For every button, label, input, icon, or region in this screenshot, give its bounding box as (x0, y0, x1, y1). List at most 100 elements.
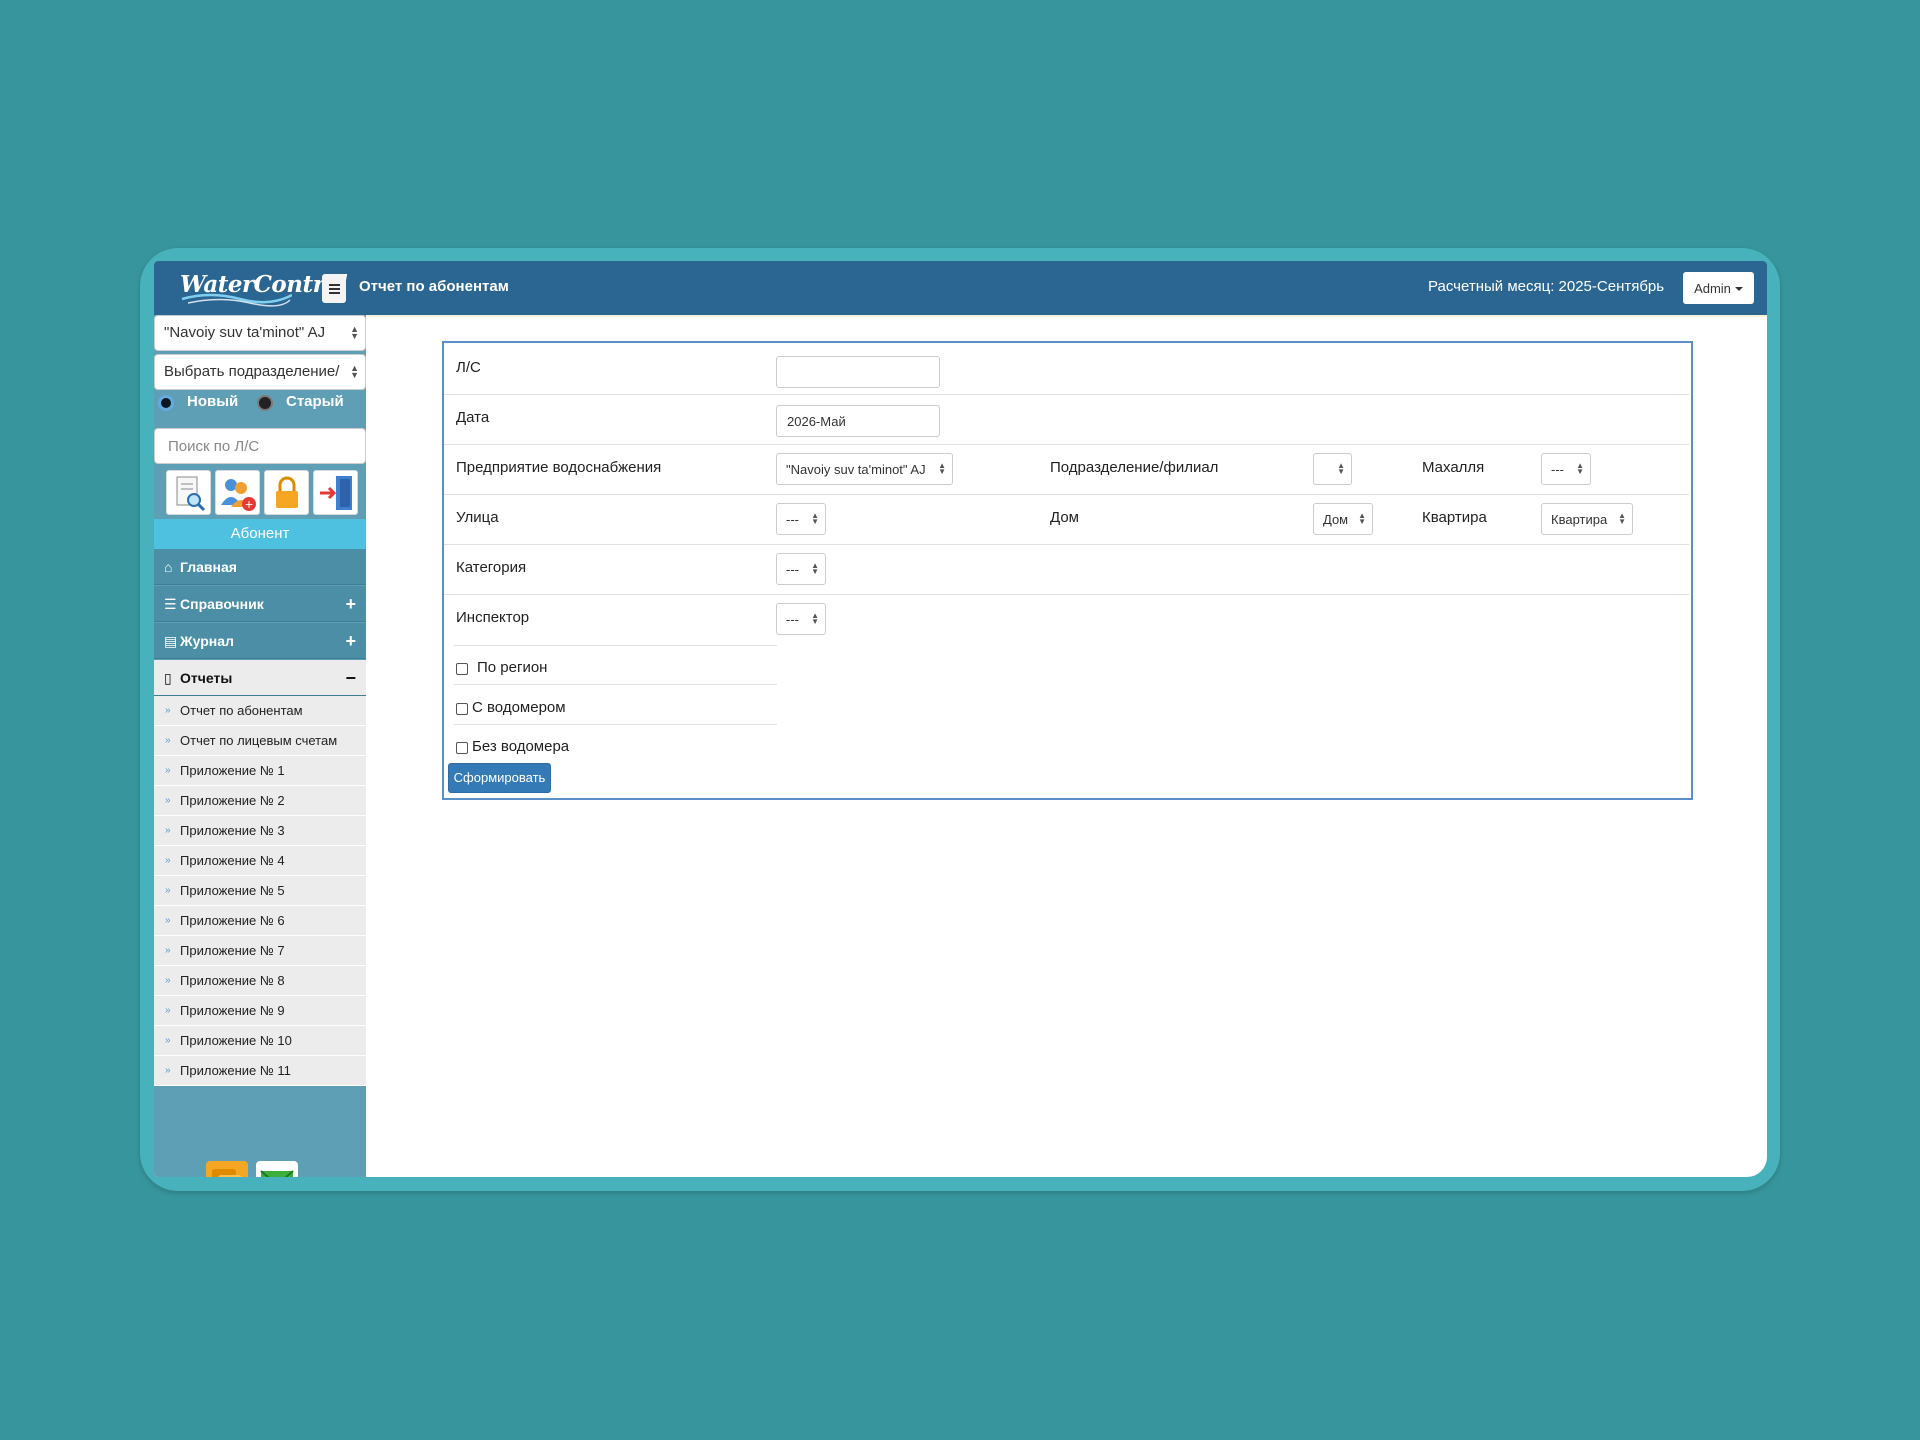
ls-input[interactable] (776, 356, 940, 388)
report-item[interactable]: » Приложение № 5 (154, 876, 366, 906)
mail-icon[interactable] (256, 1161, 298, 1177)
user-menu-label: Admin (1694, 280, 1731, 296)
enterprise-label: Предприятие водоснабжения (456, 459, 662, 476)
file-icon: ▯ (164, 670, 172, 686)
collapse-minus-icon[interactable]: − (345, 660, 356, 696)
inspector-select-value: --- (786, 612, 799, 627)
user-menu-button[interactable]: Admin (1683, 272, 1754, 304)
caret-down-icon (1734, 287, 1743, 291)
bullet-icon: » (165, 825, 171, 836)
table-icon: ▤ (164, 633, 178, 649)
bullet-icon: » (165, 735, 171, 746)
radio-new[interactable] (158, 395, 174, 411)
form-row-enterprise: Предприятие водоснабжения "Navoiy suv ta… (444, 445, 1689, 495)
home-icon: ⌂ (164, 559, 173, 575)
nav-item-label: Отчеты (180, 670, 233, 686)
report-item[interactable]: » Приложение № 9 (154, 996, 366, 1026)
apartment-select[interactable]: Квартира ▲ ▼ (1541, 503, 1633, 535)
abonent-button[interactable]: Абонент (154, 519, 366, 549)
nav-item-home[interactable]: ⌂ Главная (154, 549, 366, 585)
bullet-icon: » (165, 1035, 171, 1046)
report-item[interactable]: » Приложение № 4 (154, 846, 366, 876)
exit-door-icon[interactable] (313, 470, 358, 515)
nav-item-label: Главная (180, 559, 237, 575)
division-select[interactable]: Выбрать подразделение/ ▲ ▼ (154, 354, 366, 390)
sidebar: "Navoiy suv ta'minot" AJ ▲ ▼ Выбрать подр… (154, 315, 366, 1177)
category-select[interactable]: --- ▲ ▼ (776, 553, 826, 585)
select-arrows-icon: ▲ ▼ (811, 561, 819, 576)
report-item-label: Приложение № 8 (180, 973, 285, 988)
sidebar-toggle-button[interactable] (322, 274, 346, 303)
expand-plus-icon[interactable]: + (345, 586, 356, 622)
without-meter-label: Без водомера (472, 738, 570, 755)
report-item-label: Приложение № 1 (180, 763, 285, 778)
nav-item-label: Журнал (180, 633, 234, 649)
division-label: Подразделение/филиал (1050, 459, 1219, 476)
expand-plus-icon[interactable]: + (345, 623, 356, 659)
division-select[interactable]: ▲ ▼ (1313, 453, 1352, 485)
select-arrows-icon: ▲ ▼ (1618, 511, 1626, 526)
without-meter-checkbox[interactable] (456, 742, 468, 754)
report-item[interactable]: » Приложение № 6 (154, 906, 366, 936)
report-item[interactable]: » Приложение № 8 (154, 966, 366, 996)
division-select-value: Выбрать подразделение/ (164, 363, 340, 380)
enterprise-select[interactable]: "Navoiy suv ta'minot" AJ ▲ ▼ (154, 315, 366, 351)
by-region-checkbox[interactable] (456, 663, 468, 675)
divider (454, 724, 777, 725)
report-item[interactable]: » Приложение № 1 (154, 756, 366, 786)
form-row-street: Улица --- ▲ ▼ Дом Дом ▲ ▼ Квартира Квартир… (444, 495, 1689, 545)
add-user-icon[interactable]: + (215, 470, 260, 515)
form-row-date: Дата 2026-Май (444, 395, 1689, 445)
report-item-label: Приложение № 4 (180, 853, 285, 868)
nav-item-journal[interactable]: ▤ Журнал + (154, 623, 366, 659)
generate-report-button[interactable]: Сформировать (448, 763, 551, 793)
app-logo[interactable]: WaterControl (178, 269, 348, 307)
radio-old[interactable] (257, 395, 273, 411)
apartment-select-value: Квартира (1551, 512, 1608, 527)
report-item-label: Приложение № 9 (180, 1003, 285, 1018)
by-region-label: По регион (477, 659, 548, 676)
report-filter-form: Л/С Дата 2026-Май Предприятие водоснабже… (442, 341, 1693, 800)
search-document-icon[interactable] (166, 470, 211, 515)
report-item[interactable]: » Приложение № 10 (154, 1026, 366, 1056)
house-select[interactable]: Дом ▲ ▼ (1313, 503, 1373, 535)
bullet-icon: » (165, 765, 171, 776)
report-item-label: Приложение № 7 (180, 943, 285, 958)
app-window: WaterControl Отчет по абонентам Расчетны… (154, 261, 1767, 1177)
top-navbar: WaterControl Отчет по абонентам Расчетны… (154, 261, 1767, 315)
apartment-label: Квартира (1422, 509, 1487, 526)
category-select-value: --- (786, 562, 799, 577)
bullet-icon: » (165, 945, 171, 956)
date-label: Дата (456, 409, 490, 426)
hamburger-icon (328, 287, 340, 290)
mahalla-select-value: --- (1551, 462, 1564, 477)
nav-item-directory[interactable]: ☰ Справочник + (154, 586, 366, 622)
ls-search-input[interactable]: Поиск по Л/С (154, 428, 366, 464)
form-row-category: Категория --- ▲ ▼ (444, 545, 1689, 595)
mahalla-label: Махалля (1422, 459, 1485, 476)
report-item[interactable]: » Отчет по абонентам (154, 696, 366, 726)
report-item[interactable]: » Приложение № 3 (154, 816, 366, 846)
street-select[interactable]: --- ▲ ▼ (776, 503, 826, 535)
with-meter-checkbox[interactable] (456, 703, 468, 715)
select-arrows-icon: ▲ ▼ (1358, 511, 1366, 526)
report-item[interactable]: » Приложение № 11 (154, 1056, 366, 1086)
lock-icon[interactable] (264, 470, 309, 515)
enterprise-select[interactable]: "Navoiy suv ta'minot" AJ ▲ ▼ (776, 453, 953, 485)
nav-item-reports[interactable]: ▯ Отчеты − (154, 660, 366, 696)
street-label: Улица (456, 509, 499, 526)
select-arrows-icon: ▲ ▼ (350, 324, 359, 341)
mahalla-select[interactable]: --- ▲ ▼ (1541, 453, 1591, 485)
report-item[interactable]: » Отчет по лицевым счетам (154, 726, 366, 756)
select-arrows-icon: ▲ ▼ (938, 461, 946, 476)
enterprise-select-value: "Navoiy suv ta'minot" AJ (786, 462, 926, 477)
inspector-label: Инспектор (456, 609, 530, 626)
divider (454, 684, 777, 685)
inspector-select[interactable]: --- ▲ ▼ (776, 603, 826, 635)
select-arrows-icon: ▲ ▼ (811, 611, 819, 626)
chat-icon[interactable] (206, 1161, 248, 1177)
report-item[interactable]: » Приложение № 2 (154, 786, 366, 816)
street-select-value: --- (786, 512, 799, 527)
report-item[interactable]: » Приложение № 7 (154, 936, 366, 966)
date-input[interactable]: 2026-Май (776, 405, 940, 437)
